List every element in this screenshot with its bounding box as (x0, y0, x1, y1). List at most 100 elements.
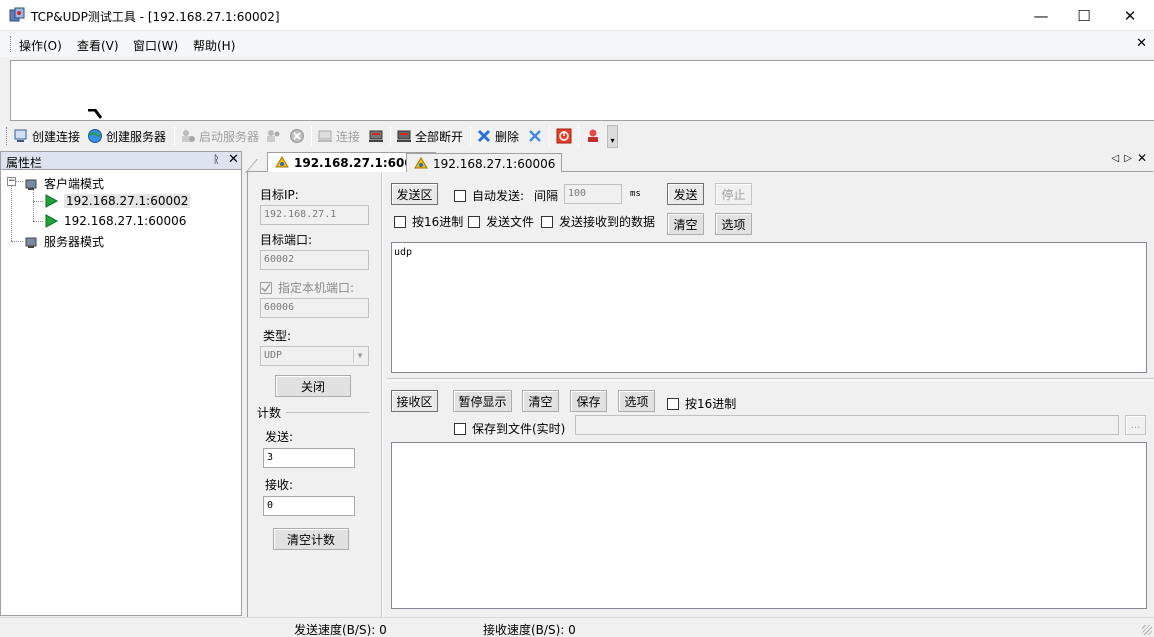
recv-count-label: 接收: (265, 478, 294, 492)
disconnect-icon (368, 128, 384, 144)
stop-button[interactable]: 停止 (715, 183, 752, 205)
disconnect-all-button[interactable]: 全部断开 (396, 127, 463, 145)
computer-icon (13, 128, 29, 144)
count-divider (286, 412, 369, 413)
send-received-checkbox[interactable]: 发送接收到的数据 (541, 213, 655, 230)
pause-display-button[interactable]: 暂停显示 (453, 390, 512, 412)
save-file-path-field[interactable] (575, 415, 1119, 435)
disconnect-button[interactable] (368, 127, 384, 145)
recv-count-field[interactable]: 0 (263, 496, 355, 516)
tree-line (33, 221, 43, 222)
toolbar-separator (174, 126, 175, 146)
disconnect-all-label: 全部断开 (415, 129, 464, 144)
recv-textarea[interactable] (391, 442, 1147, 609)
type-select[interactable]: UDP ▼ (260, 346, 369, 366)
blank-pane (10, 60, 1154, 121)
tab-next-icon[interactable]: ▷ (1124, 153, 1132, 165)
property-panel-title: 属性栏 (6, 156, 43, 170)
users-icon (265, 128, 281, 144)
pin-icon[interactable]: ᚱ (213, 153, 220, 166)
globe-icon (87, 128, 103, 144)
maximize-button[interactable]: ☐ (1061, 0, 1107, 31)
splitter[interactable] (387, 378, 1154, 381)
interval-field[interactable]: 100 (564, 184, 622, 204)
tab-label-connection-2: 192.168.27.1:60006 (433, 156, 556, 171)
delete-all-icon (527, 128, 543, 144)
save-to-file-checkbox[interactable]: 保存到文件(实时) (454, 420, 565, 437)
delete-all-button[interactable] (527, 127, 543, 145)
menu-operate[interactable]: 操作(O) (19, 37, 62, 54)
clear-count-button[interactable]: 清空计数 (273, 528, 349, 550)
status-bar: 发送速度(B/S): 0 接收速度(B/S): 0 (0, 617, 1154, 637)
checkbox-icon (468, 215, 480, 228)
cancel-icon (289, 128, 305, 144)
menu-bar: 操作(O) 查看(V) 窗口(W) 帮助(H) ✕ (0, 31, 1154, 57)
power-button[interactable] (556, 127, 572, 145)
recv-hex-checkbox[interactable]: 按16进制 (667, 395, 736, 412)
browse-button[interactable]: ... (1125, 415, 1146, 435)
tree-item-server-mode[interactable]: 服务器模式 (23, 233, 104, 250)
menu-window[interactable]: 窗口(W) (133, 37, 178, 54)
about-icon (585, 128, 601, 144)
connect-button[interactable]: 连接 (317, 127, 360, 145)
menu-help[interactable]: 帮助(H) (193, 37, 235, 54)
tree-item-client-mode[interactable]: 客户端模式 (23, 175, 104, 192)
interval-unit: ms (630, 189, 641, 199)
target-ip-field[interactable]: 192.168.27.1 (260, 205, 369, 225)
resize-grip-icon[interactable] (1142, 625, 1152, 635)
connect-label: 连接 (336, 129, 361, 144)
toolbar-separator (390, 126, 391, 146)
app-icon (9, 7, 25, 23)
send-textarea[interactable]: udp (391, 242, 1147, 373)
tree-line (16, 181, 23, 182)
create-server-label: 创建服务器 (106, 129, 167, 144)
create-server-button[interactable]: 创建服务器 (87, 127, 166, 145)
about-button[interactable] (585, 127, 601, 145)
close-connection-button[interactable]: 关闭 (275, 375, 351, 397)
power-icon (556, 128, 572, 144)
delete-button[interactable]: 删除 (476, 127, 519, 145)
save-to-file-label: 保存到文件(实时) (472, 422, 566, 436)
disconnect-all-icon (396, 128, 412, 144)
mdi-close-button[interactable]: ✕ (1136, 36, 1147, 51)
menu-view[interactable]: 查看(V) (77, 37, 119, 54)
title-bar: TCP&UDP测试工具 - [192.168.27.1:60002] — ☐ ✕ (0, 0, 1154, 31)
local-port-checkbox[interactable]: 指定本机端口: (260, 279, 354, 296)
connect-icon (317, 128, 333, 144)
send-file-checkbox[interactable]: 发送文件 (468, 213, 534, 230)
property-panel-close-icon[interactable]: ✕ (228, 152, 239, 167)
menu-grip (10, 36, 13, 52)
computer-icon (23, 176, 39, 192)
send-button[interactable]: 发送 (667, 183, 704, 205)
tree-item-connection-2[interactable]: 192.168.27.1:60006 (43, 213, 186, 229)
create-connection-button[interactable]: 创建连接 (13, 127, 80, 145)
cancel-button[interactable] (289, 127, 305, 145)
send-hex-checkbox[interactable]: 按16进制 (394, 213, 463, 230)
tab-prev-icon[interactable]: ◁ (1112, 153, 1120, 165)
auto-send-checkbox[interactable]: 自动发送: (454, 187, 524, 204)
server-icon (180, 128, 196, 144)
send-clear-button[interactable]: 清空 (667, 213, 704, 235)
recv-save-button[interactable]: 保存 (570, 390, 607, 412)
tab-close-icon[interactable]: ✕ (1137, 151, 1147, 165)
column-divider (381, 172, 383, 617)
tab-connection-2[interactable]: 192.168.27.1:60006 (406, 153, 563, 173)
stop-server-button[interactable] (265, 127, 281, 145)
checkbox-icon (541, 215, 553, 228)
recv-options-button[interactable]: 选项 (618, 390, 655, 412)
checkbox-icon (454, 189, 466, 202)
recv-speed-status: 接收速度(B/S): 0 (483, 623, 576, 637)
send-options-button[interactable]: 选项 (715, 213, 752, 235)
tree-collapse-icon[interactable]: − (7, 177, 16, 186)
recv-clear-button[interactable]: 清空 (522, 390, 559, 412)
play-icon (43, 213, 59, 229)
target-port-field[interactable]: 60002 (260, 250, 369, 270)
start-server-button[interactable]: 启动服务器 (180, 127, 259, 145)
toolbar-overflow-icon[interactable]: ▾ (607, 125, 618, 148)
minimize-button[interactable]: — (1018, 0, 1064, 31)
close-window-button[interactable]: ✕ (1107, 0, 1153, 31)
local-port-field[interactable]: 60006 (260, 298, 369, 318)
send-count-field[interactable]: 3 (263, 448, 355, 468)
tree-item-connection-1[interactable]: 192.168.27.1:60002 (43, 193, 191, 209)
chevron-down-icon: ▼ (353, 349, 366, 363)
